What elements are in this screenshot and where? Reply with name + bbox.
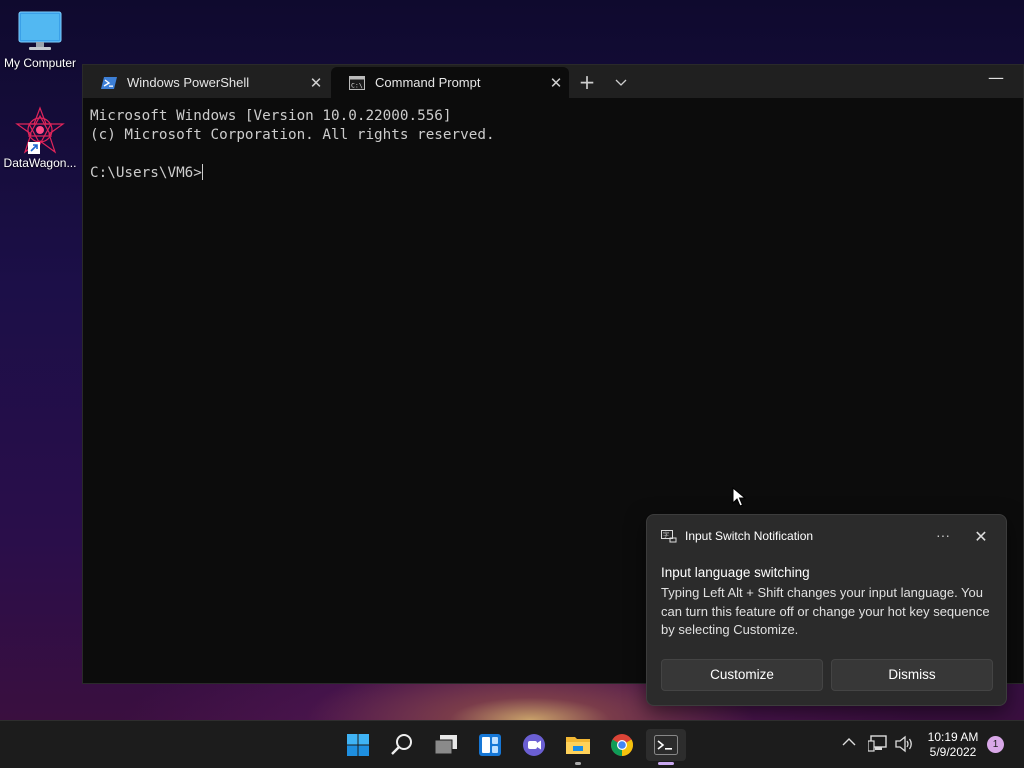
terminal-taskbar-button[interactable] bbox=[646, 729, 686, 765]
new-tab-button[interactable]: + bbox=[577, 69, 597, 95]
console-line: Microsoft Windows [Version 10.0.22000.55… bbox=[90, 108, 452, 124]
svg-text:C:\: C:\ bbox=[351, 81, 363, 89]
close-icon[interactable]: ✕ bbox=[973, 527, 989, 547]
chevron-up-icon bbox=[842, 738, 856, 746]
monitor-icon bbox=[18, 11, 62, 50]
network-button[interactable] bbox=[867, 735, 888, 757]
chrome-button[interactable] bbox=[606, 729, 638, 761]
console-prompt: C:\Users\VM6> bbox=[90, 165, 202, 181]
terminal-icon bbox=[654, 735, 678, 755]
widgets-icon bbox=[479, 734, 501, 756]
keyboard-language-icon: 字 bbox=[661, 529, 677, 542]
dismiss-button[interactable]: Dismiss bbox=[831, 659, 993, 691]
datawagon-shortcut-icon bbox=[15, 106, 65, 154]
tab-dropdown-button[interactable] bbox=[611, 69, 631, 95]
network-icon bbox=[867, 735, 887, 752]
close-tab-icon[interactable]: ✕ bbox=[543, 74, 569, 92]
desktop-icon-my-computer[interactable]: My Computer bbox=[0, 10, 80, 70]
notification-title: Input language switching bbox=[661, 565, 810, 580]
file-explorer-icon bbox=[566, 737, 590, 754]
task-view-button[interactable] bbox=[430, 729, 462, 761]
start-button[interactable] bbox=[342, 729, 374, 761]
chat-icon bbox=[523, 734, 545, 756]
desktop-icon-label: DataWagon... bbox=[3, 156, 77, 170]
notification-body: Typing Left Alt + Shift changes your inp… bbox=[661, 585, 990, 637]
close-tab-icon[interactable]: ✕ bbox=[303, 74, 329, 92]
taskbar-clock[interactable]: 10:19 AM 5/9/2022 bbox=[922, 730, 984, 760]
notification-toast: 字 Input Switch Notification ··· ✕ Input … bbox=[646, 514, 1007, 706]
tab-label: Command Prompt bbox=[375, 75, 481, 90]
running-indicator bbox=[575, 762, 581, 765]
cmd-icon: C:\ bbox=[343, 75, 371, 90]
minimize-button[interactable]: — bbox=[983, 65, 1009, 95]
notification-count-badge[interactable]: 1 bbox=[987, 736, 1004, 753]
customize-button[interactable]: Customize bbox=[661, 659, 823, 691]
start-icon bbox=[347, 734, 369, 756]
task-view-icon bbox=[434, 735, 457, 755]
more-options-icon[interactable]: ··· bbox=[933, 527, 953, 543]
volume-button[interactable] bbox=[894, 735, 914, 757]
desktop-icon-label: My Computer bbox=[3, 56, 77, 70]
chat-button[interactable] bbox=[518, 729, 550, 761]
active-indicator bbox=[658, 762, 674, 765]
mouse-cursor-icon bbox=[732, 487, 746, 507]
title-bar[interactable]: Windows PowerShell ✕ C:\ Command Prompt … bbox=[83, 65, 1023, 98]
tab-label: Windows PowerShell bbox=[127, 75, 250, 90]
search-icon bbox=[391, 734, 412, 755]
chevron-down-icon bbox=[615, 79, 627, 86]
tab-command-prompt[interactable]: C:\ Command Prompt ✕ bbox=[331, 67, 569, 98]
file-explorer-button[interactable] bbox=[562, 729, 594, 765]
powershell-icon bbox=[95, 76, 123, 90]
clock-time: 10:19 AM bbox=[927, 730, 979, 744]
tab-windows-powershell[interactable]: Windows PowerShell ✕ bbox=[83, 67, 329, 98]
search-button[interactable] bbox=[386, 729, 418, 761]
show-hidden-icons-button[interactable] bbox=[842, 735, 856, 751]
console-line: (c) Microsoft Corporation. All rights re… bbox=[90, 127, 495, 143]
svg-text:字: 字 bbox=[663, 531, 669, 539]
chrome-icon bbox=[611, 734, 633, 756]
text-cursor bbox=[201, 164, 203, 180]
widgets-button[interactable] bbox=[474, 729, 506, 761]
taskbar: 10:19 AM 5/9/2022 1 bbox=[0, 720, 1024, 768]
clock-date: 5/9/2022 bbox=[929, 745, 977, 759]
desktop-icon-datawagon[interactable]: DataWagon... bbox=[0, 106, 80, 170]
volume-icon bbox=[895, 735, 912, 753]
notification-app-name: Input Switch Notification bbox=[685, 529, 814, 543]
console-prompt-line: C:\Users\VM6> bbox=[90, 164, 1010, 183]
notification-header: 字 Input Switch Notification bbox=[661, 529, 813, 543]
